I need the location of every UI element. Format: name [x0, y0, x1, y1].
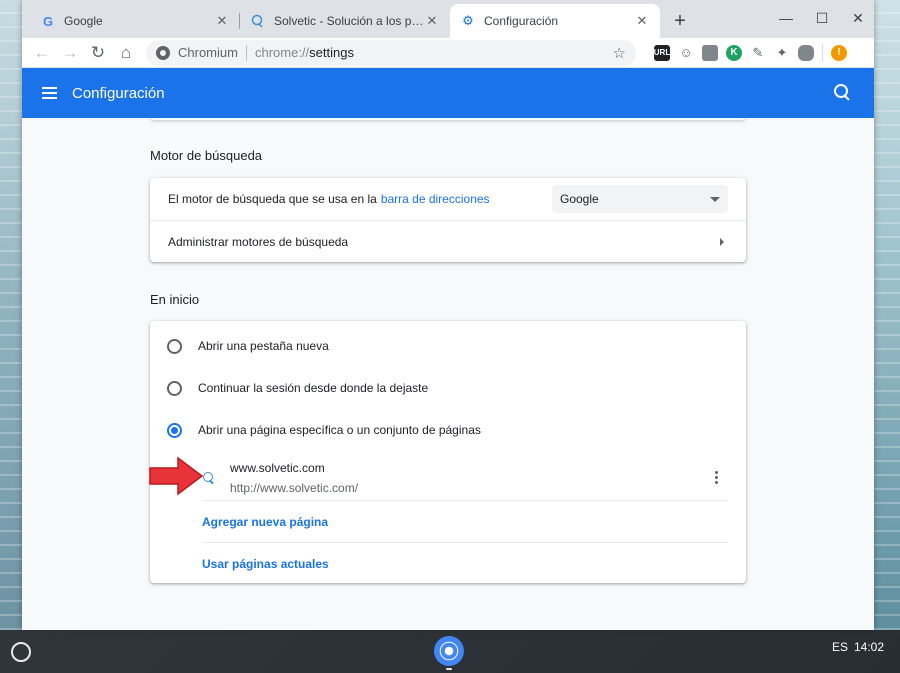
k-ext-icon[interactable]: K: [726, 44, 742, 61]
engine-label-prefix: El motor de búsqueda que se usa en la: [168, 192, 377, 206]
tab-solvetic[interactable]: Solvetic - Solución a los problem ✕: [240, 4, 450, 38]
window-controls: — ☐ ✕: [776, 8, 868, 28]
on-startup-card: Abrir una pestaña nueva Continuar la ses…: [150, 321, 746, 583]
startup-option-continue[interactable]: Continuar la sesión desde donde la dejas…: [150, 367, 746, 409]
startup-option-specific-pages[interactable]: Abrir una página específica o un conjunt…: [150, 409, 746, 451]
address-scheme: chrome://: [254, 45, 310, 60]
settings-gear-icon: ⚙: [462, 13, 474, 28]
startup-page-name: www.solvetic.com: [230, 460, 325, 475]
close-icon[interactable]: ✕: [634, 13, 650, 29]
search-engine-card: El motor de búsqueda que se usa en la ba…: [150, 178, 746, 262]
annotation-arrow-icon: [149, 456, 204, 496]
search-icon[interactable]: [830, 81, 854, 105]
startup-option-new-tab[interactable]: Abrir una pestaña nueva: [150, 325, 746, 367]
wallpaper-right: [874, 0, 900, 630]
solvetic-icon: [250, 13, 266, 29]
pen-ext-icon[interactable]: ✎: [750, 45, 766, 61]
address-bar-link[interactable]: barra de direcciones: [381, 192, 490, 206]
page-title: Configuración: [72, 84, 165, 102]
tab-configuracion[interactable]: ⚙ Configuración ✕: [450, 4, 660, 38]
launcher-icon[interactable]: [11, 641, 31, 662]
menu-icon[interactable]: [38, 81, 62, 105]
bulb-ext-icon[interactable]: ✦: [774, 45, 790, 61]
extensions-area: URL ☺ K ✎ ✦ !: [654, 43, 847, 62]
vr-ext-icon[interactable]: [798, 44, 814, 61]
previous-card-edge: [150, 118, 746, 120]
status-tray[interactable]: ES 14:02: [832, 640, 884, 654]
tab-title: Google: [64, 14, 103, 28]
address-chip: Chromium: [178, 45, 238, 60]
section-title-on-startup: En inicio: [150, 292, 200, 307]
address-bar[interactable]: Chromium chrome:// settings ☆: [146, 39, 636, 66]
more-vert-icon[interactable]: [704, 466, 728, 490]
section-title-search-engine: Motor de búsqueda: [150, 148, 263, 163]
person-ext-icon[interactable]: ☺: [678, 45, 694, 61]
solvetic-icon: [202, 471, 216, 485]
shelf: ES 14:02: [0, 630, 900, 673]
startup-option-label: Abrir una página específica o un conjunt…: [198, 423, 481, 437]
settings-content: Motor de búsqueda El motor de búsqueda q…: [22, 118, 874, 630]
startup-option-label: Continuar la sesión desde donde la dejas…: [198, 381, 429, 395]
radio-button[interactable]: [167, 338, 182, 354]
address-path: settings: [309, 45, 354, 60]
search-engine-row: El motor de búsqueda que se usa en la ba…: [150, 178, 746, 220]
app-running-indicator: [446, 668, 452, 670]
manage-search-engines-label: Administrar motores de búsqueda: [168, 234, 349, 249]
startup-option-label: Abrir una pestaña nueva: [198, 339, 329, 353]
manage-search-engines-row[interactable]: Administrar motores de búsqueda: [150, 220, 746, 262]
back-icon[interactable]: ←: [28, 39, 56, 67]
tab-google[interactable]: G Google ✕: [30, 4, 240, 38]
tab-ext-icon[interactable]: [702, 44, 718, 61]
startup-page-url: http://www.solvetic.com/: [230, 480, 359, 495]
tab-title: Solvetic - Solución a los problem: [274, 14, 424, 28]
new-tab-button[interactable]: +: [666, 7, 694, 35]
url-ext-icon[interactable]: URL: [654, 44, 670, 61]
close-window-icon[interactable]: ✕: [848, 8, 868, 28]
bookmark-star-icon[interactable]: ☆: [613, 44, 626, 62]
tab-strip: G Google ✕ Solvetic - Solución a los pro…: [22, 0, 874, 38]
ime-label: ES: [831, 640, 848, 654]
startup-page-entry: www.solvetic.com http://www.solvetic.com…: [202, 455, 728, 501]
radio-button-checked[interactable]: [167, 422, 182, 438]
home-icon[interactable]: ⌂: [112, 39, 140, 67]
wallpaper-left: [0, 0, 22, 630]
forward-icon[interactable]: →: [56, 39, 84, 67]
browser-toolbar: ← → ↻ ⌂ Chromium chrome:// settings ☆ UR…: [22, 38, 874, 68]
minimize-icon[interactable]: —: [776, 8, 796, 28]
chevron-right-icon: [720, 237, 724, 246]
address-divider: [245, 44, 247, 61]
google-g-icon: G: [42, 13, 54, 29]
close-icon[interactable]: ✕: [424, 13, 440, 29]
tab-title: Configuración: [484, 14, 559, 28]
add-page-link[interactable]: Agregar nueva página: [202, 501, 728, 543]
settings-header: Configuración: [22, 68, 874, 118]
chromium-site-icon: [156, 45, 170, 60]
close-icon[interactable]: ✕: [214, 13, 230, 29]
chevron-down-icon: [710, 196, 720, 202]
maximize-icon[interactable]: ☐: [812, 8, 832, 28]
clock: 14:02: [853, 640, 884, 654]
reload-icon[interactable]: ↻: [84, 39, 112, 67]
radio-button[interactable]: [167, 380, 182, 396]
search-engine-select[interactable]: Google: [552, 185, 728, 213]
selected-engine: Google: [560, 192, 599, 206]
browser-window: G Google ✕ Solvetic - Solución a los pro…: [22, 0, 874, 630]
alert-ext-icon[interactable]: !: [831, 44, 847, 61]
chromium-app-icon[interactable]: [434, 636, 464, 666]
use-current-pages-link[interactable]: Usar páginas actuales: [202, 543, 728, 585]
